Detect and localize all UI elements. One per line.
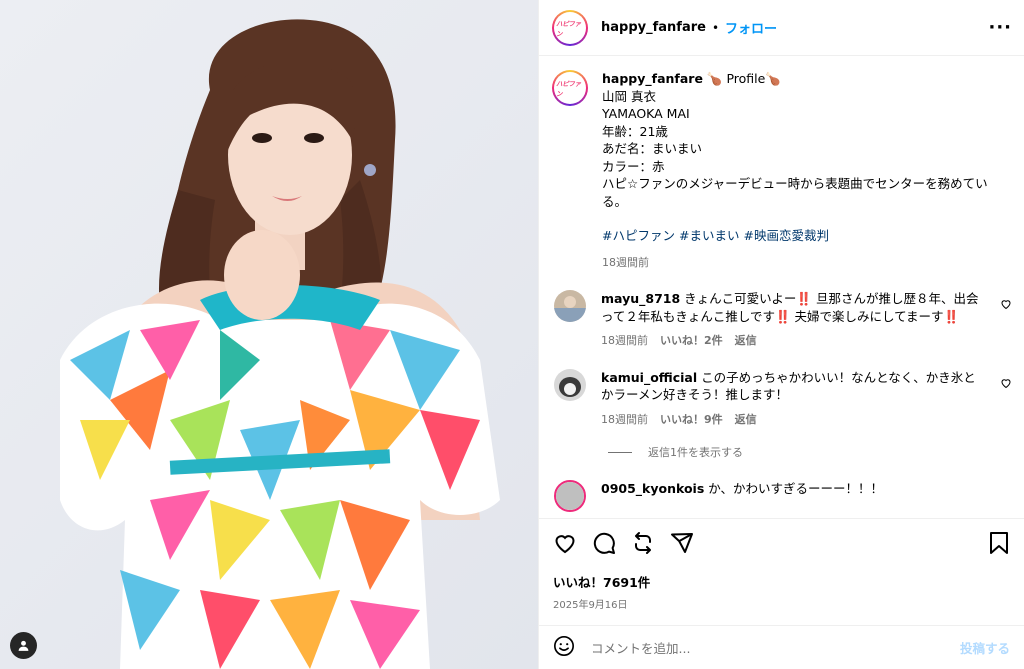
comment-likes[interactable]: いいね！9件 xyxy=(660,411,723,429)
comment-username[interactable]: 0905_kyonkois xyxy=(601,481,704,496)
comment-avatar[interactable] xyxy=(554,290,586,322)
caption-time[interactable]: 18週間前 xyxy=(602,254,1008,272)
view-replies-button[interactable]: 返信1件を表示する xyxy=(608,444,1008,460)
comment-input[interactable]: コメントを追加... xyxy=(591,638,690,657)
share-icon[interactable] xyxy=(670,531,694,555)
caption-avatar[interactable]: ハピファン xyxy=(552,70,588,106)
caption-line: あだ名：まいまい xyxy=(602,141,703,156)
reply-button[interactable]: 返信 xyxy=(735,332,757,350)
heart-icon[interactable] xyxy=(553,531,577,555)
caption: ハピファン happy_fanfare 🍗 Profile🍗 山岡 真衣 YAM… xyxy=(552,70,1008,271)
likes-count[interactable]: いいね！7691件 xyxy=(553,572,1010,591)
follow-button[interactable]: フォロー xyxy=(725,18,777,37)
comment-time[interactable]: 18週間前 xyxy=(601,332,648,350)
header-username[interactable]: happy_fanfare xyxy=(601,20,706,35)
heart-icon[interactable] xyxy=(1000,377,1012,392)
comments-area[interactable]: ハピファン happy_fanfare 🍗 Profile🍗 山岡 真衣 YAM… xyxy=(539,56,1024,518)
caption-line: YAMAOKA MAI xyxy=(602,106,690,121)
comment-item: kamui_official この子めっちゃかわいい！なんとなく、かき氷とかラー… xyxy=(552,368,1011,429)
comment-avatar[interactable] xyxy=(554,368,586,401)
bookmark-icon[interactable] xyxy=(988,531,1010,555)
comment-text: か、かわいすぎるーーー！！！ xyxy=(708,481,884,496)
avatar[interactable]: ハピファン xyxy=(552,10,588,46)
comment-icon[interactable] xyxy=(592,531,616,555)
post-actions: いいね！7691件 2025年9月16日 xyxy=(539,518,1024,625)
caption-username[interactable]: happy_fanfare xyxy=(602,71,703,86)
comment-likes[interactable]: いいね！2件 xyxy=(660,332,723,350)
comment-item: mayu_8718 きょんこ可愛いよー‼️ 旦那さんが推し歴８年、出会って２年私… xyxy=(552,290,1011,350)
comment-item: 0905_kyonkois か、かわいすぎるーーー！！！ xyxy=(552,480,1008,512)
post-photo-illustration xyxy=(60,19,500,669)
reply-button[interactable]: 返信 xyxy=(735,411,757,429)
view-replies-label: 返信1件を表示する xyxy=(648,446,743,459)
user-tag-icon[interactable] xyxy=(10,632,37,659)
caption-line: 山岡 真衣 xyxy=(602,88,656,104)
repost-icon[interactable] xyxy=(631,531,655,555)
avatar-logo: ハピファン xyxy=(556,13,584,42)
comment-avatar[interactable] xyxy=(554,480,586,512)
add-comment-bar: コメントを追加... 投稿する xyxy=(539,625,1024,669)
caption-line: ハピ☆ファンのメジャーデビュー時から表題曲でセンターを務めている。 xyxy=(602,176,988,209)
comment-username[interactable]: kamui_official xyxy=(601,370,697,385)
heart-icon[interactable] xyxy=(1000,298,1012,313)
more-icon[interactable]: ··· xyxy=(988,17,1012,38)
caption-line: 年齢：21歳 xyxy=(602,123,668,139)
hashtag-link[interactable]: #ハピファン xyxy=(602,228,675,243)
comment-time[interactable]: 18週間前 xyxy=(601,411,648,429)
hashtags: #ハピファン #まいまい #映画恋愛裁判 xyxy=(602,227,1008,245)
caption-line: カラー：赤 xyxy=(602,158,665,174)
caption-line: 🍗 Profile🍗 xyxy=(706,71,781,86)
replies-divider xyxy=(608,451,632,453)
emoji-icon[interactable] xyxy=(553,635,575,660)
comment-username[interactable]: mayu_8718 xyxy=(601,291,680,306)
post-button[interactable]: 投稿する xyxy=(960,638,1010,657)
post-image[interactable] xyxy=(0,0,538,669)
post-date: 2025年9月16日 xyxy=(553,600,628,611)
hashtag-link[interactable]: #映画恋愛裁判 xyxy=(743,228,828,243)
header-separator: • xyxy=(711,20,720,35)
post-side-panel: ハピファン happy_fanfare • フォロー ··· ハピファン hap… xyxy=(538,0,1024,669)
post-header: ハピファン happy_fanfare • フォロー ··· xyxy=(539,0,1024,56)
hashtag-link[interactable]: #まいまい xyxy=(679,228,739,243)
avatar-logo: ハピファン xyxy=(556,74,584,102)
